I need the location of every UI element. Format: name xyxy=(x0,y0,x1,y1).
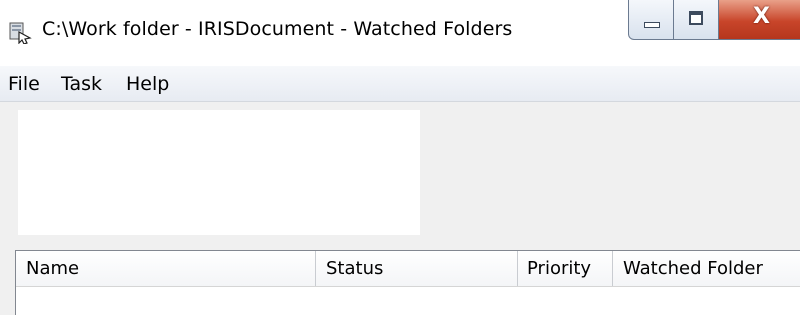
minimize-button[interactable] xyxy=(628,0,674,40)
preview-pane xyxy=(18,110,420,235)
client-area: Name Status Priority Watched Folder xyxy=(0,102,800,315)
watched-folders-list[interactable]: Name Status Priority Watched Folder xyxy=(15,250,800,315)
app-icon xyxy=(9,22,32,44)
title-bar[interactable]: C:\Work folder - IRISDocument - Watched … xyxy=(0,0,800,66)
column-header-name[interactable]: Name xyxy=(16,251,316,286)
column-label-name: Name xyxy=(26,258,80,279)
column-header-status[interactable]: Status xyxy=(316,251,518,286)
minimize-icon xyxy=(644,22,660,28)
column-header-watched-folder[interactable]: Watched Folder xyxy=(613,251,800,286)
window-title: C:\Work folder - IRISDocument - Watched … xyxy=(42,18,513,40)
column-label-watched-folder: Watched Folder xyxy=(623,258,763,279)
list-header: Name Status Priority Watched Folder xyxy=(16,251,800,287)
menu-bar: File Task Help xyxy=(0,66,800,102)
maximize-icon xyxy=(689,11,703,25)
menu-help[interactable]: Help xyxy=(126,73,169,95)
app-window: C:\Work folder - IRISDocument - Watched … xyxy=(0,0,800,315)
column-label-priority: Priority xyxy=(527,258,592,279)
close-button[interactable]: X xyxy=(718,0,800,40)
window-controls: X xyxy=(628,0,800,42)
column-label-status: Status xyxy=(326,258,384,279)
menu-task[interactable]: Task xyxy=(61,73,102,95)
menu-file[interactable]: File xyxy=(8,73,40,95)
maximize-button[interactable] xyxy=(673,0,719,40)
close-icon: X xyxy=(753,4,770,29)
column-header-priority[interactable]: Priority xyxy=(518,251,613,286)
